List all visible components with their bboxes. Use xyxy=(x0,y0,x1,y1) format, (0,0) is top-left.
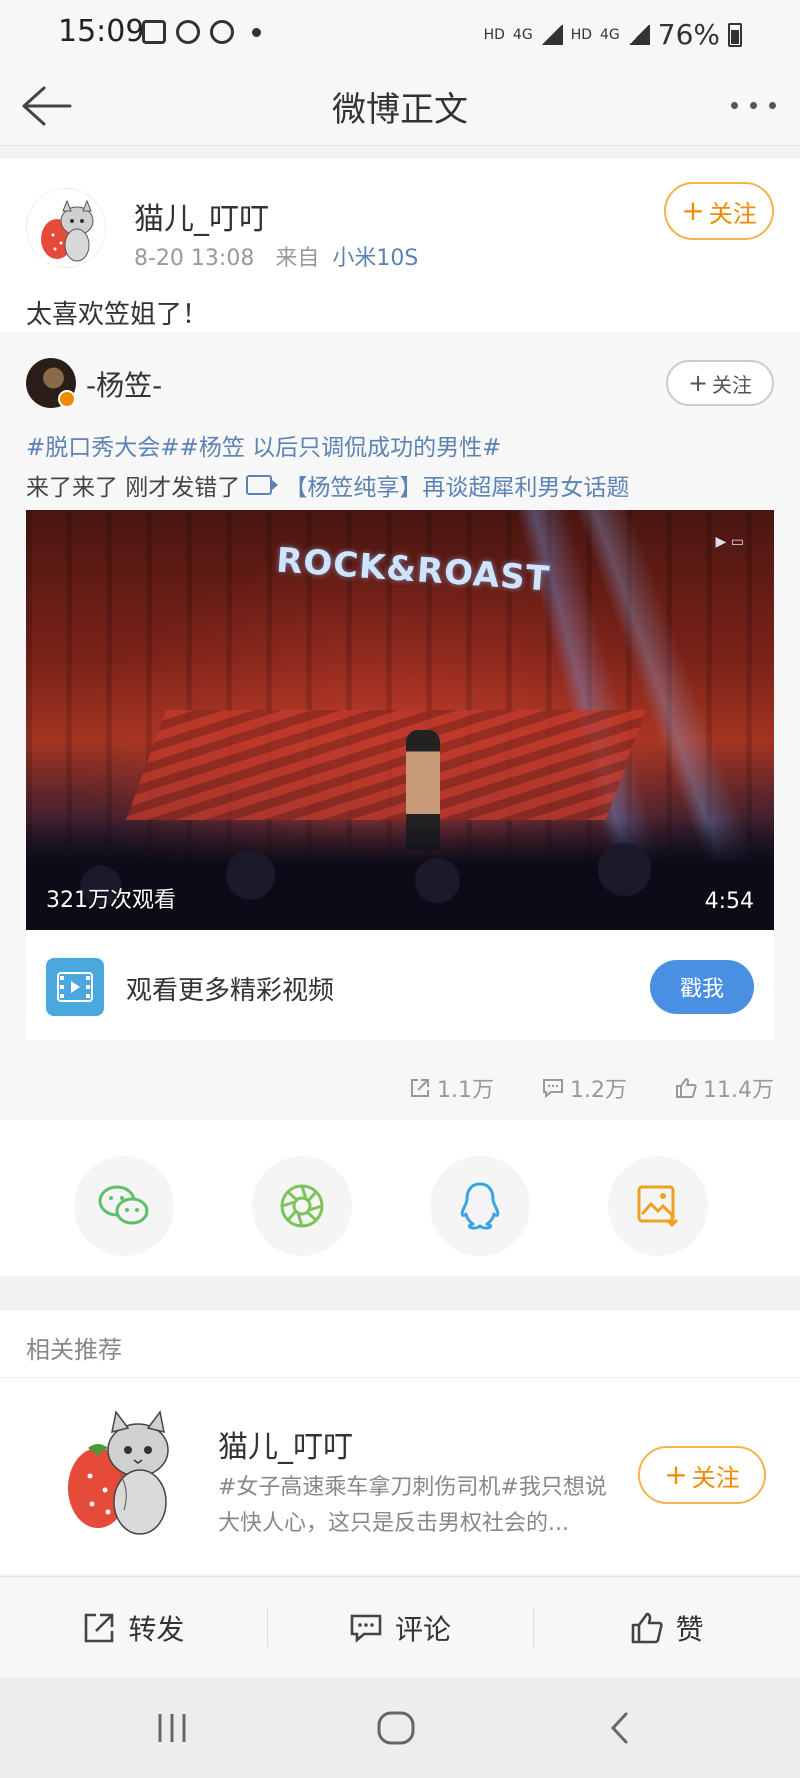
repost-text: 来了来了 刚才发错了 【杨笠纯享】再谈超犀利男女话题 xyxy=(26,468,629,502)
avatar[interactable] xyxy=(50,1400,182,1540)
share-icon xyxy=(85,1613,114,1642)
share-icon xyxy=(411,1079,429,1097)
avatar[interactable] xyxy=(26,188,106,268)
video-player[interactable]: ROCK&ROAST ▶ ▭ 321万次观看 4:54 xyxy=(26,510,774,930)
moments-icon[interactable] xyxy=(252,1156,352,1256)
network-label: 4G xyxy=(600,26,620,43)
hashtags[interactable]: #脱口秀大会##杨笠 以后只调侃成功的男性# xyxy=(26,428,501,462)
status-time: 15:09 xyxy=(58,14,145,49)
post-time: 8-20 13:08 xyxy=(134,246,255,271)
related-recommendations: 相关推荐 猫儿_叮叮 #女子高速乘车拿刀刺伤司机#我只想说大快人心，这只是反击男… xyxy=(0,1310,800,1574)
page-title: 微博正文 xyxy=(332,90,468,130)
nav-bar: 微博正文 xyxy=(0,66,800,146)
weibo-notification-icon xyxy=(176,20,200,44)
follow-button[interactable]: + 关注 xyxy=(664,182,774,240)
notification-icons xyxy=(142,20,261,44)
cat-strawberry-avatar-icon xyxy=(41,199,94,262)
author-row: 猫儿_叮叮 8-20 13:08 来自 小米10S + 关注 xyxy=(0,158,800,278)
comment-icon xyxy=(350,1614,382,1643)
signal-icon xyxy=(627,24,650,45)
hd-label: HD xyxy=(570,26,592,43)
video-link[interactable]: 【杨笠纯享】再谈超犀利男女话题 xyxy=(284,468,629,502)
thumbs-up-icon xyxy=(631,1612,663,1643)
more-video-text: 观看更多精彩视频 xyxy=(126,976,335,1006)
qq-icon[interactable] xyxy=(430,1156,530,1256)
comment-count[interactable]: 1.2万 xyxy=(542,1072,627,1104)
wechat-icon[interactable] xyxy=(74,1156,174,1256)
source-prefix: 来自 xyxy=(275,246,320,271)
repost-text-prefix: 来了来了 刚才发错了 xyxy=(26,475,241,501)
verified-badge-icon xyxy=(58,390,76,408)
weibo-notification-icon xyxy=(210,20,234,44)
repost-author-name[interactable]: -杨笠- xyxy=(86,364,162,404)
recent-apps-icon[interactable] xyxy=(150,1708,194,1748)
like-count[interactable]: 11.4万 xyxy=(675,1072,774,1104)
follow-button[interactable]: + 关注 xyxy=(638,1446,766,1504)
follow-label: 关注 xyxy=(691,1463,740,1492)
home-icon[interactable] xyxy=(374,1708,418,1748)
reposted-weibo[interactable]: -杨笠- + 关注 #脱口秀大会##杨笠 以后只调侃成功的男性# 来了来了 刚才… xyxy=(0,332,800,1120)
comment-icon xyxy=(543,1079,563,1099)
save-image-icon[interactable] xyxy=(608,1156,708,1256)
system-nav-bar xyxy=(0,1678,800,1778)
follow-label: 关注 xyxy=(712,372,753,397)
like-label: 赞 xyxy=(675,1612,704,1646)
poke-me-button[interactable]: 戳我 xyxy=(650,960,754,1014)
plus-icon: + xyxy=(687,369,709,397)
notification-icon xyxy=(142,20,166,44)
film-icon xyxy=(46,958,104,1016)
comment-label: 评论 xyxy=(395,1612,452,1646)
plus-icon: + xyxy=(664,1458,688,1491)
repost-button[interactable]: 转发 xyxy=(0,1577,267,1678)
tencent-video-watermark-icon: ▶ ▭ xyxy=(715,534,744,550)
like-count-value: 11.4万 xyxy=(703,1078,774,1103)
stage-floor xyxy=(125,710,647,820)
repost-label: 转发 xyxy=(128,1612,185,1646)
repost-count-value: 1.1万 xyxy=(437,1078,494,1103)
more-options-icon[interactable] xyxy=(731,102,776,109)
more-notifications-dot xyxy=(252,27,261,37)
more-video-banner[interactable]: 观看更多精彩视频 戳我 xyxy=(26,930,774,1040)
comment-count-value: 1.2万 xyxy=(570,1078,627,1103)
follow-button[interactable]: + 关注 xyxy=(666,360,774,406)
status-bar: 15:09 HD 4G HD 4G 76% xyxy=(0,0,800,66)
author-name[interactable]: 猫儿_叮叮 xyxy=(134,194,269,238)
signal-icon xyxy=(540,24,563,45)
plus-icon: + xyxy=(681,194,705,227)
share-row xyxy=(0,1120,800,1290)
video-link-icon xyxy=(246,475,279,495)
post: 猫儿_叮叮 8-20 13:08 来自 小米10S + 关注 太喜欢笠姐了！ xyxy=(0,158,800,352)
cat-strawberry-avatar-icon xyxy=(68,1410,169,1535)
post-meta: 8-20 13:08 来自 小米10S xyxy=(134,240,418,272)
like-button[interactable]: 赞 xyxy=(533,1577,800,1678)
back-icon[interactable] xyxy=(598,1708,642,1748)
repost-count[interactable]: 1.1万 xyxy=(409,1072,494,1104)
related-user-name[interactable]: 猫儿_叮叮 xyxy=(218,1422,353,1466)
status-right: HD 4G HD 4G 76% xyxy=(484,18,742,51)
comment-button[interactable]: 评论 xyxy=(266,1577,534,1678)
follow-label: 关注 xyxy=(708,199,757,228)
video-views: 321万次观看 xyxy=(46,888,176,913)
related-title: 相关推荐 xyxy=(0,1310,800,1378)
hd-label: HD xyxy=(483,26,505,43)
post-source[interactable]: 小米10S xyxy=(332,246,418,271)
battery-percent: 76% xyxy=(657,18,720,51)
battery-icon xyxy=(728,22,742,47)
action-bar: 转发 评论 赞 xyxy=(0,1576,800,1678)
thumbs-up-icon xyxy=(676,1078,697,1098)
related-user-desc[interactable]: #女子高速乘车拿刀刺伤司机#我只想说大快人心，这只是反击男权社会的... xyxy=(218,1470,618,1542)
repost-stats: 1.1万 1.2万 11.4万 xyxy=(409,1072,774,1104)
network-label: 4G xyxy=(512,26,533,43)
video-duration: 4:54 xyxy=(704,889,754,914)
